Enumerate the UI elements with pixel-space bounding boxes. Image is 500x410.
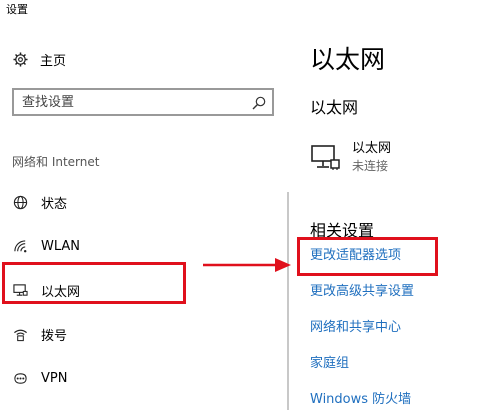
annotation-arrow-icon xyxy=(203,258,291,272)
monitor-network-icon xyxy=(310,143,342,173)
dialup-icon xyxy=(12,326,28,342)
home-nav-item[interactable]: 主页 xyxy=(12,48,66,70)
pane-divider xyxy=(287,192,289,410)
vpn-icon xyxy=(12,370,28,386)
settings-sidebar: 主页 网络和 Internet 状态 WLAN 以太网 xyxy=(0,0,287,410)
search-box xyxy=(12,88,274,116)
gear-icon xyxy=(12,51,28,67)
section-label: 网络和 Internet xyxy=(12,155,100,169)
search-input[interactable] xyxy=(14,90,244,114)
globe-icon xyxy=(12,194,28,210)
link-windows-firewall[interactable]: Windows 防火墙 xyxy=(310,389,414,410)
sidebar-item-label: WLAN xyxy=(41,238,81,254)
sidebar-item-label: 拨号 xyxy=(41,328,68,344)
annotation-highlight-adapter xyxy=(297,237,438,276)
wifi-icon xyxy=(12,238,28,254)
sidebar-item-dialup[interactable]: 拨号 xyxy=(0,312,287,356)
connection-info: 以太网 未连接 xyxy=(352,141,391,175)
network-connection[interactable]: 以太网 未连接 xyxy=(310,141,391,175)
page-title: 以太网 xyxy=(310,45,386,74)
connection-name: 以太网 xyxy=(352,141,392,156)
annotation-highlight-ethernet xyxy=(2,262,186,304)
sidebar-item-label: VPN xyxy=(41,370,68,386)
sidebar-item-vpn[interactable]: VPN xyxy=(0,356,287,400)
connection-status: 未连接 xyxy=(352,159,389,173)
section-title-ethernet: 以太网 xyxy=(310,98,359,117)
link-homegroup[interactable]: 家庭组 xyxy=(310,353,414,389)
link-network-sharing-center[interactable]: 网络和共享中心 xyxy=(310,317,414,353)
search-icon[interactable] xyxy=(252,95,266,110)
sidebar-item-status[interactable]: 状态 xyxy=(0,180,287,224)
sidebar-item-label: 状态 xyxy=(41,196,68,212)
home-label: 主页 xyxy=(40,53,67,69)
link-advanced-sharing[interactable]: 更改高级共享设置 xyxy=(310,281,414,317)
